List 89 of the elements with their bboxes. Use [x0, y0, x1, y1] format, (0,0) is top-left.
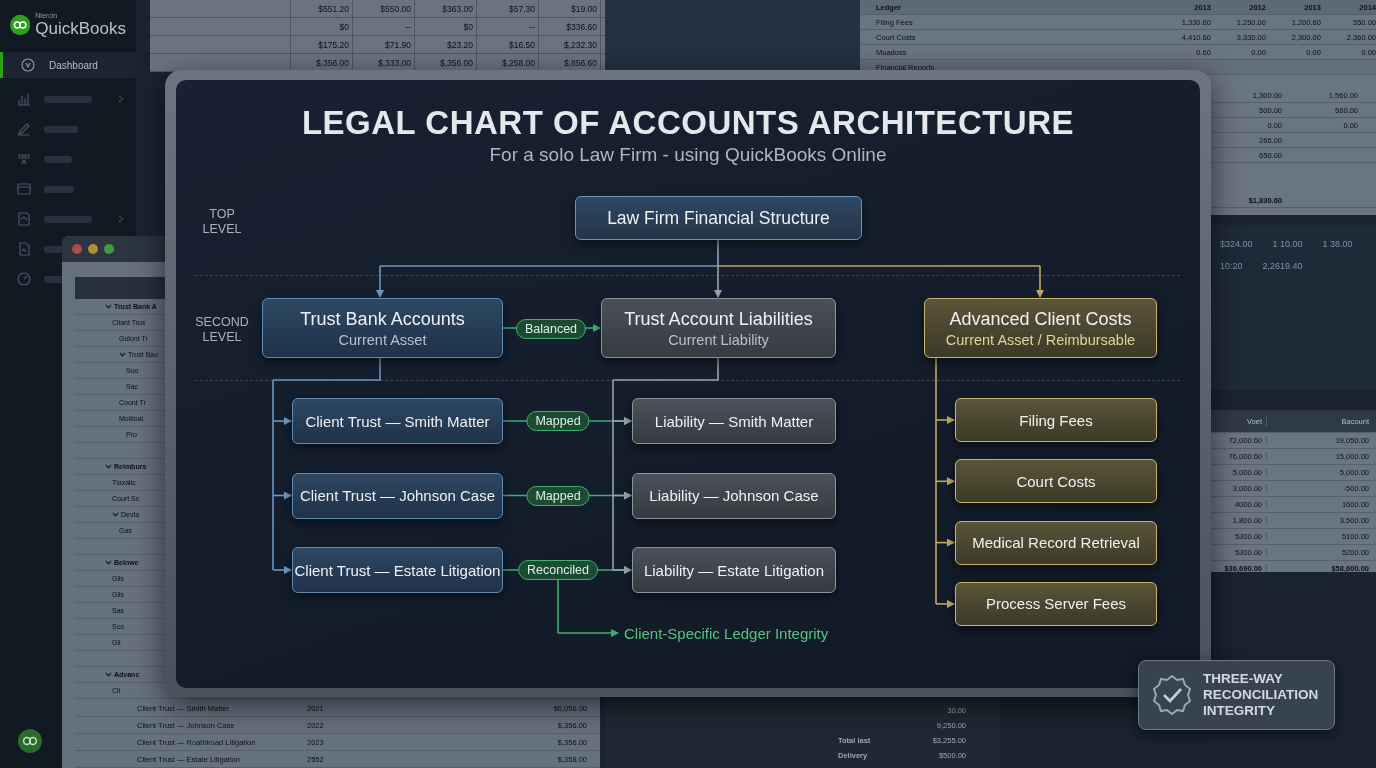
- placeholder-bar: [44, 215, 92, 223]
- connector-arrow: [272, 491, 292, 500]
- diagram-node: Process Server Fees: [955, 581, 1157, 626]
- table-cell: $336.60: [539, 18, 601, 35]
- node-title: Trust Bank Accounts: [300, 308, 465, 330]
- reading-text: 1 10.00: [1272, 239, 1303, 249]
- chevron-icon: [118, 95, 124, 103]
- placeholder-bar: [44, 125, 78, 133]
- diagram-node: Medical Record Retrieval: [955, 520, 1157, 565]
- connector-arrow: [376, 265, 384, 298]
- pencil-icon[interactable]: [17, 122, 31, 136]
- table-cell: $550.00: [353, 0, 415, 17]
- logo-icon: [10, 14, 31, 36]
- connector-arrow: [612, 566, 632, 574]
- diagram-node: Client Trust — Estate Litigation: [292, 547, 503, 593]
- sidebar-item[interactable]: Dashboard: [0, 52, 136, 78]
- connector-arrow: [935, 416, 955, 424]
- connector-arrow: [612, 417, 632, 425]
- chevron-icon: [118, 215, 124, 223]
- diagram-node: Liability — Smith Matter: [632, 398, 836, 444]
- table-cell: $71.90: [353, 36, 415, 53]
- window-icon[interactable]: [17, 182, 31, 196]
- status-pill: Balanced: [515, 319, 587, 339]
- table-cell: $16.50: [477, 36, 539, 53]
- diagram-subtitle: For a solo Law Firm - using QuickBooks Online: [489, 144, 887, 166]
- chevron-icon[interactable]: [105, 463, 112, 470]
- diagram-node: Law Firm Financial Structure: [575, 196, 862, 240]
- table-cell: --: [353, 18, 415, 35]
- diagram-node: Liability — Estate Litigation: [632, 547, 836, 593]
- close-button[interactable]: [72, 244, 82, 254]
- chart-icon[interactable]: [17, 92, 31, 106]
- connector-arrow: [935, 538, 955, 547]
- table-cell: $57.30: [477, 0, 539, 17]
- connector-line: [557, 579, 559, 634]
- file-icon[interactable]: [17, 242, 31, 256]
- reading-text: 2,2619.40: [1262, 261, 1303, 271]
- chevron-icon[interactable]: [105, 671, 112, 678]
- diagram-title: LEGAL CHART OF ACCOUNTS ARCHITECTURE: [301, 104, 1075, 142]
- node-title: Advanced Client Costs: [949, 308, 1132, 330]
- badge-text: THREE-WAY RECONCILIATION INTEGRITY: [1203, 671, 1319, 719]
- table-cell: --: [477, 18, 539, 35]
- diagram-node: Filing Fees: [955, 398, 1157, 442]
- note-text: Client-Specific Ledger Integrity: [624, 625, 829, 642]
- chevron-icon[interactable]: [112, 511, 119, 518]
- reading-text: 10:20: [1220, 261, 1243, 271]
- table-cell: $23.20: [415, 36, 477, 53]
- link-arrow: [557, 629, 619, 637]
- gauge-icon[interactable]: [17, 272, 31, 286]
- placeholder-bar: [44, 155, 72, 163]
- chevron-icon[interactable]: [119, 351, 126, 358]
- logo-icon: [18, 729, 42, 753]
- chevron-icon[interactable]: [105, 559, 112, 566]
- table-cell: $363.00: [415, 0, 477, 17]
- status-pill: Reconciled: [518, 560, 598, 580]
- connector-arrow: [714, 265, 722, 298]
- node-subtitle: Current Asset / Reimbursable: [945, 331, 1136, 348]
- status-pill: Mapped: [526, 411, 590, 431]
- table-cell: $,232.30: [539, 36, 601, 53]
- connector-arrow: [935, 477, 955, 486]
- diagram-node: Client Trust — Smith Matter: [292, 398, 503, 444]
- table-cell: $175.20: [291, 36, 353, 53]
- brand-name: QuickBooks: [35, 20, 126, 38]
- placeholder-bar: [44, 95, 92, 103]
- diagram-node: Liability — Johnson Case: [632, 472, 836, 519]
- chevron-icon[interactable]: [105, 303, 112, 310]
- reading-text: $324.00: [1220, 239, 1253, 249]
- check-seal-icon: [1151, 674, 1193, 716]
- level-label: SECOND LEVEL: [194, 315, 250, 345]
- diagram-node: Court Costs: [955, 459, 1157, 504]
- dashboard-icon: [21, 58, 35, 72]
- maximize-button[interactable]: [104, 244, 114, 254]
- level-label: TOP LEVEL: [201, 207, 243, 237]
- connector-arrow: [612, 491, 632, 500]
- nodes-icon[interactable]: [17, 152, 31, 166]
- connector-arrow: [272, 417, 292, 425]
- table-cell: $0: [415, 18, 477, 35]
- table-cell: $0: [291, 18, 353, 35]
- minimize-button[interactable]: [88, 244, 98, 254]
- connector-arrow: [272, 566, 292, 574]
- node-subtitle: Current Asset: [338, 331, 427, 348]
- connector-arrow: [935, 599, 955, 608]
- table-cell: $551.20: [291, 0, 353, 17]
- reading-text: 1 38.00: [1322, 239, 1353, 249]
- doc-icon[interactable]: [17, 212, 31, 226]
- table-cell: $19.00: [539, 0, 601, 17]
- diagram-node: Client Trust — Johnson Case: [292, 472, 503, 519]
- node-title: Trust Account Liabilities: [624, 308, 813, 330]
- placeholder-bar: [44, 185, 74, 193]
- node-subtitle: Current Liability: [668, 331, 769, 348]
